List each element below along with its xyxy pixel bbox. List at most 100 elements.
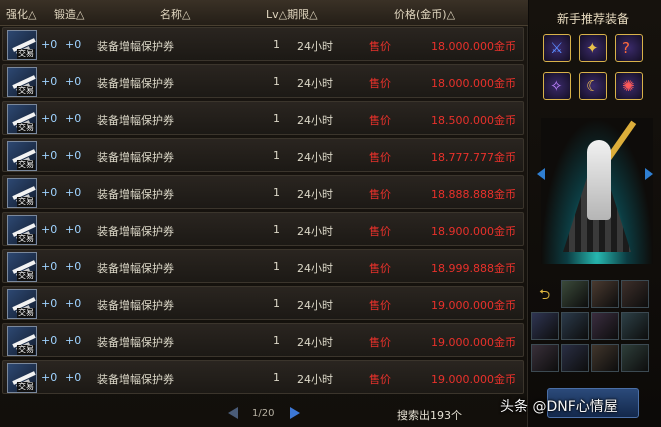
protection-ticket-icon: 交易: [7, 104, 37, 134]
avatar-thumbnail[interactable]: [621, 344, 649, 372]
item-price: 19.000.000金币: [431, 373, 516, 386]
item-level: 1: [273, 112, 280, 125]
item-level: 1: [273, 149, 280, 162]
enhance-value: +0: [41, 75, 58, 88]
enhance-value: +0: [41, 112, 58, 125]
forge-value: +0: [65, 149, 82, 162]
enhance-value: +0: [41, 149, 58, 162]
protection-ticket-icon: 交易: [7, 363, 37, 393]
page-number: 1/20: [252, 408, 275, 419]
item-row[interactable]: 交易 +0 +0 装备增幅保护券 1 24小时 售价 18.000.000金币: [2, 64, 524, 98]
protection-ticket-icon: 交易: [7, 326, 37, 356]
skill-question-icon[interactable]: ?: [615, 34, 643, 62]
item-row[interactable]: 交易 +0 +0 装备增幅保护券 1 24小时 售价 19.000.000金币: [2, 323, 524, 357]
item-price: 18.500.000金币: [431, 114, 516, 127]
skill-spiral-icon[interactable]: ✺: [615, 72, 643, 100]
sort-level-period-header[interactable]: Lv△期限△: [266, 6, 318, 22]
hair-shape: [587, 140, 611, 220]
item-period: 24小时: [297, 151, 333, 164]
tradeable-tag: 交易: [17, 160, 35, 170]
item-name: 装备增幅保护券: [97, 225, 174, 238]
protection-ticket-icon: 交易: [7, 30, 37, 60]
protection-ticket-icon: 交易: [7, 215, 37, 245]
sell-label: 售价: [369, 299, 391, 312]
item-price: 19.000.000金币: [431, 299, 516, 312]
item-period: 24小时: [297, 188, 333, 201]
item-level: 1: [273, 260, 280, 273]
forge-value: +0: [65, 112, 82, 125]
item-row[interactable]: 交易 +0 +0 装备增幅保护券 1 24小时 售价 18.000.000金币: [2, 27, 524, 61]
recommend-panel: 新手推荐装备 ⚔ ✦? ✧ ☾ ✺ ⮌: [529, 0, 661, 427]
item-level: 1: [273, 371, 280, 384]
tradeable-tag: 交易: [17, 86, 35, 96]
item-name: 装备增幅保护券: [97, 40, 174, 53]
tradeable-tag: 交易: [17, 234, 35, 244]
prev-page-icon[interactable]: [228, 407, 238, 419]
avatar-thumbnail[interactable]: [561, 312, 589, 340]
sell-label: 售价: [369, 77, 391, 90]
item-price: 19.000.000金币: [431, 336, 516, 349]
item-row[interactable]: 交易 +0 +0 装备增幅保护券 1 24小时 售价 18.900.000金币: [2, 212, 524, 246]
item-period: 24小时: [297, 225, 333, 238]
item-level: 1: [273, 334, 280, 347]
skill-slash-icon[interactable]: ⚔: [543, 34, 571, 62]
forge-value: +0: [65, 334, 82, 347]
enhance-value: +0: [41, 186, 58, 199]
item-row[interactable]: 交易 +0 +0 装备增幅保护券 1 24小时 售价 19.000.000金币: [2, 360, 524, 394]
skill-gold-icon[interactable]: ✦: [579, 34, 607, 62]
rotate-right-icon[interactable]: [645, 168, 653, 180]
tradeable-tag: 交易: [17, 345, 35, 355]
item-period: 24小时: [297, 373, 333, 386]
item-row[interactable]: 交易 +0 +0 装备增幅保护券 1 24小时 售价 19.000.000金币: [2, 286, 524, 320]
avatar-thumbnail[interactable]: [561, 280, 589, 308]
item-price: 18.000.000金币: [431, 77, 516, 90]
avatar-thumbnail[interactable]: [621, 280, 649, 308]
avatar-thumbnail[interactable]: [561, 344, 589, 372]
forge-value: +0: [65, 260, 82, 273]
next-page-icon[interactable]: [290, 407, 300, 419]
item-level: 1: [273, 186, 280, 199]
avatar-thumbnail[interactable]: [591, 280, 619, 308]
item-name: 装备增幅保护券: [97, 336, 174, 349]
item-row[interactable]: 交易 +0 +0 装备增幅保护券 1 24小时 售价 18.888.888金币: [2, 175, 524, 209]
tradeable-tag: 交易: [17, 49, 35, 59]
skill-moon-icon[interactable]: ☾: [579, 72, 607, 100]
forge-value: +0: [65, 371, 82, 384]
item-period: 24小时: [297, 336, 333, 349]
swap-icon[interactable]: ⮌: [539, 284, 550, 308]
item-name: 装备增幅保护券: [97, 373, 174, 386]
forge-value: +0: [65, 186, 82, 199]
item-row[interactable]: 交易 +0 +0 装备增幅保护券 1 24小时 售价 18.500.000金币: [2, 101, 524, 135]
item-price: 18.888.888金币: [431, 188, 516, 201]
item-level: 1: [273, 297, 280, 310]
rotate-left-icon[interactable]: [537, 168, 545, 180]
avatar-thumbnail[interactable]: [531, 312, 559, 340]
avatar-thumbnail[interactable]: [591, 312, 619, 340]
item-period: 24小时: [297, 299, 333, 312]
tradeable-tag: 交易: [17, 308, 35, 318]
avatar-thumbnail[interactable]: [531, 344, 559, 372]
avatar-thumbnail[interactable]: [621, 312, 649, 340]
enhance-value: +0: [41, 297, 58, 310]
sort-enhance-header[interactable]: 强化△: [6, 6, 36, 22]
item-period: 24小时: [297, 40, 333, 53]
sort-forge-header[interactable]: 锻造△: [54, 6, 84, 22]
item-row[interactable]: 交易 +0 +0 装备增幅保护券 1 24小时 售价 18.999.888金币: [2, 249, 524, 283]
sort-price-header[interactable]: 价格(金币)△: [394, 6, 455, 22]
item-name: 装备增幅保护券: [97, 262, 174, 275]
avatar-thumbnail[interactable]: [591, 344, 619, 372]
item-name: 装备增幅保护券: [97, 77, 174, 90]
search-result-count: 搜索出193个: [397, 409, 462, 422]
item-row[interactable]: 交易 +0 +0 装备增幅保护券 1 24小时 售价 18.777.777金币: [2, 138, 524, 172]
skill-orb-icon[interactable]: ✧: [543, 72, 571, 100]
forge-value: +0: [65, 38, 82, 51]
sell-label: 售价: [369, 114, 391, 127]
item-level: 1: [273, 223, 280, 236]
protection-ticket-icon: 交易: [7, 178, 37, 208]
sort-name-header[interactable]: 名称△: [160, 6, 190, 22]
list-header: 强化△ 锻造△ 名称△ Lv△期限△ 价格(金币)△: [0, 0, 528, 26]
enhance-value: +0: [41, 223, 58, 236]
forge-value: +0: [65, 223, 82, 236]
item-period: 24小时: [297, 77, 333, 90]
tradeable-tag: 交易: [17, 382, 35, 392]
